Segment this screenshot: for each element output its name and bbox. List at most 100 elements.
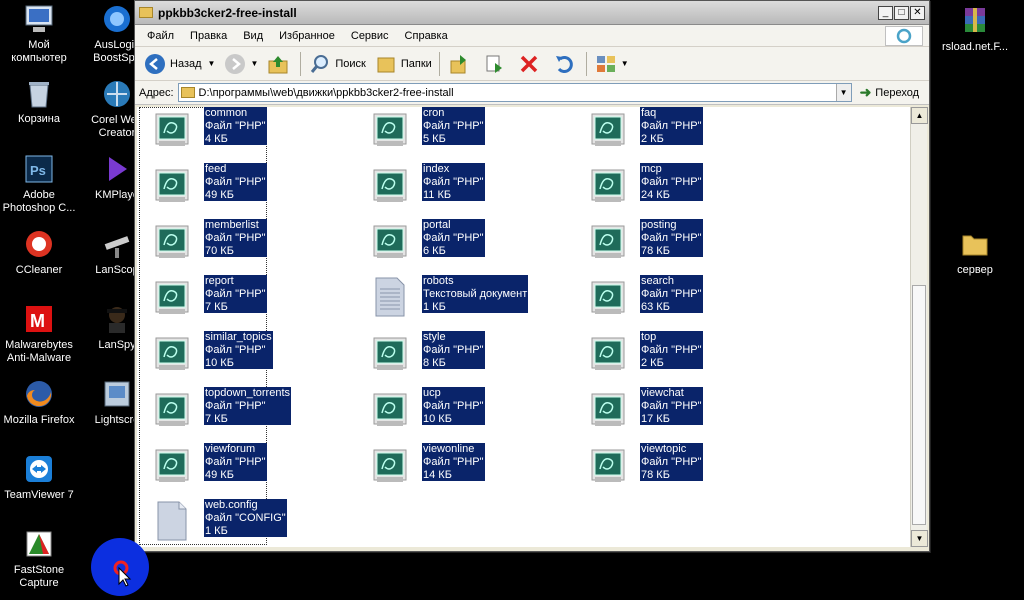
file-size: 49 КБ: [205, 468, 234, 481]
file-item[interactable]: report Файл "PHP" 7 КБ: [147, 275, 347, 319]
chevron-down-icon[interactable]: ▼: [208, 59, 216, 68]
file-item[interactable]: viewforum Файл "PHP" 49 КБ: [147, 443, 347, 487]
menu-file[interactable]: Файл: [139, 30, 182, 42]
file-name: viewonline: [423, 443, 475, 455]
file-item[interactable]: memberlist Файл "PHP" 70 КБ: [147, 219, 347, 263]
back-button[interactable]: Назад ▼: [139, 50, 219, 78]
close-button[interactable]: ✕: [910, 5, 925, 20]
file-label: mcp Файл "PHP" 24 КБ: [640, 163, 703, 202]
copy-to-button[interactable]: [478, 50, 513, 78]
file-item[interactable]: mcp Файл "PHP" 24 КБ: [583, 163, 783, 207]
chevron-down-icon[interactable]: ▼: [835, 84, 851, 101]
file-name: ucp: [423, 387, 441, 399]
file-name: search: [641, 275, 675, 287]
file-item[interactable]: top Файл "PHP" 2 КБ: [583, 331, 783, 375]
file-name: similar_topics: [205, 331, 272, 343]
file-item[interactable]: posting Файл "PHP" 78 КБ: [583, 219, 783, 263]
file-item[interactable]: viewtopic Файл "PHP" 78 КБ: [583, 443, 783, 487]
maximize-button[interactable]: □: [894, 5, 909, 20]
folders-button[interactable]: Папки: [370, 50, 436, 78]
file-name: style: [423, 331, 446, 343]
file-item[interactable]: common Файл "PHP" 4 КБ: [147, 107, 347, 151]
up-folder-button[interactable]: [262, 50, 297, 78]
desktop-icon-recycle-bin[interactable]: Корзина: [0, 77, 78, 126]
file-item[interactable]: style Файл "PHP" 8 КБ: [365, 331, 565, 375]
menu-help[interactable]: Справка: [397, 30, 456, 42]
file-item[interactable]: robots Текстовый документ 1 КБ: [365, 275, 565, 319]
php-file-icon: [155, 165, 189, 205]
folder-icon: [139, 7, 153, 18]
file-item[interactable]: ucp Файл "PHP" 10 КБ: [365, 387, 565, 431]
go-label: Переход: [875, 86, 919, 99]
desktop-icon-teamviewer[interactable]: TeamViewer 7: [0, 453, 78, 502]
window-title: ppkbb3cker2-free-install: [158, 5, 297, 20]
views-button[interactable]: ▼: [590, 50, 633, 78]
desktop-icon-folder[interactable]: сервер: [936, 228, 1014, 277]
address-bar: Адрес: D:\программы\web\движки\ppkbb3cke…: [135, 81, 929, 105]
delete-x-icon: [517, 52, 541, 76]
file-item[interactable]: web.config Файл "CONFIG" 1 КБ: [147, 499, 347, 543]
forward-button[interactable]: ▼: [219, 50, 262, 78]
desktop-icon-label: FastStone Capture: [13, 564, 65, 589]
file-item[interactable]: topdown_torrents Файл "PHP" 7 КБ: [147, 387, 347, 431]
file-label: viewtopic Файл "PHP" 78 КБ: [640, 443, 703, 482]
file-item[interactable]: similar_topics Файл "PHP" 10 КБ: [147, 331, 347, 375]
file-label: viewonline Файл "PHP" 14 КБ: [422, 443, 485, 482]
file-type: Файл "PHP": [641, 399, 702, 412]
file-item[interactable]: index Файл "PHP" 11 КБ: [365, 163, 565, 207]
file-type: Файл "PHP": [205, 175, 266, 188]
menu-edit[interactable]: Правка: [182, 30, 235, 42]
php-file-icon: [155, 277, 189, 317]
address-label: Адрес:: [139, 86, 174, 99]
move-to-button[interactable]: [443, 50, 478, 78]
desktop-icon-winrar[interactable]: rsload.net.F...: [936, 5, 1014, 54]
file-item[interactable]: viewchat Файл "PHP" 17 КБ: [583, 387, 783, 431]
file-size: 10 КБ: [423, 412, 452, 425]
menu-favorites[interactable]: Избранное: [271, 30, 343, 42]
go-button[interactable]: ➜ Переход: [860, 84, 925, 101]
undo-button[interactable]: [548, 50, 583, 78]
desktop-icon-firefox[interactable]: Mozilla Firefox: [0, 378, 78, 427]
file-size: 49 КБ: [205, 188, 234, 201]
back-label: Назад: [170, 57, 202, 70]
photoshop-icon: Ps: [23, 153, 55, 185]
file-size: 5 КБ: [423, 132, 446, 145]
desktop-icon-faststone[interactable]: FastStone Capture: [0, 528, 78, 590]
copy-to-icon: [482, 52, 506, 76]
file-label: viewforum Файл "PHP" 49 КБ: [204, 443, 267, 482]
views-grid-icon: [594, 52, 618, 76]
desktop-icon-malwarebytes[interactable]: M Malwarebytes Anti-Malware: [0, 303, 78, 365]
search-button[interactable]: Поиск: [304, 50, 369, 78]
file-list[interactable]: common Файл "PHP" 4 КБ feed Файл "PHP" 49 КБ m…: [137, 107, 911, 547]
menu-tools[interactable]: Сервис: [343, 30, 397, 42]
desktop-icon-ccleaner[interactable]: CCleaner: [0, 228, 78, 277]
file-item[interactable]: cron Файл "PHP" 5 КБ: [365, 107, 565, 151]
desktop-icon-label: rsload.net.F...: [941, 41, 1009, 53]
desktop-icon-photoshop[interactable]: Ps Adobe Photoshop C...: [0, 153, 78, 215]
scroll-up-button[interactable]: ▲: [911, 107, 928, 124]
file-item[interactable]: viewonline Файл "PHP" 14 КБ: [365, 443, 565, 487]
vertical-scrollbar[interactable]: ▲ ▼: [910, 107, 928, 547]
chevron-down-icon[interactable]: ▼: [250, 59, 258, 68]
delete-button[interactable]: [513, 50, 548, 78]
svg-text:M: M: [30, 311, 45, 331]
file-item[interactable]: feed Файл "PHP" 49 КБ: [147, 163, 347, 207]
desktop-icon-label: TeamViewer 7: [4, 489, 74, 501]
scroll-down-button[interactable]: ▼: [911, 530, 928, 547]
minimize-button[interactable]: _: [878, 5, 893, 20]
chevron-down-icon[interactable]: ▼: [621, 59, 629, 68]
file-item[interactable]: portal Файл "PHP" 6 КБ: [365, 219, 565, 263]
menu-view[interactable]: Вид: [235, 30, 271, 42]
file-item[interactable]: search Файл "PHP" 63 КБ: [583, 275, 783, 319]
search-icon: [308, 52, 332, 76]
php-file-icon: [591, 445, 625, 485]
title-bar[interactable]: ppkbb3cker2-free-install _ □ ✕: [135, 1, 929, 25]
file-item[interactable]: faq Файл "PHP" 2 КБ: [583, 107, 783, 151]
file-size: 11 КБ: [423, 188, 452, 201]
file-type: Файл "PHP": [205, 287, 266, 300]
scroll-thumb[interactable]: [912, 285, 926, 525]
address-input[interactable]: D:\программы\web\движки\ppkbb3cker2-free…: [177, 83, 852, 102]
toolbar-separator: [438, 51, 440, 76]
file-label: portal Файл "PHP" 6 КБ: [422, 219, 485, 258]
desktop-icon-computer[interactable]: Мой компьютер: [0, 3, 78, 65]
